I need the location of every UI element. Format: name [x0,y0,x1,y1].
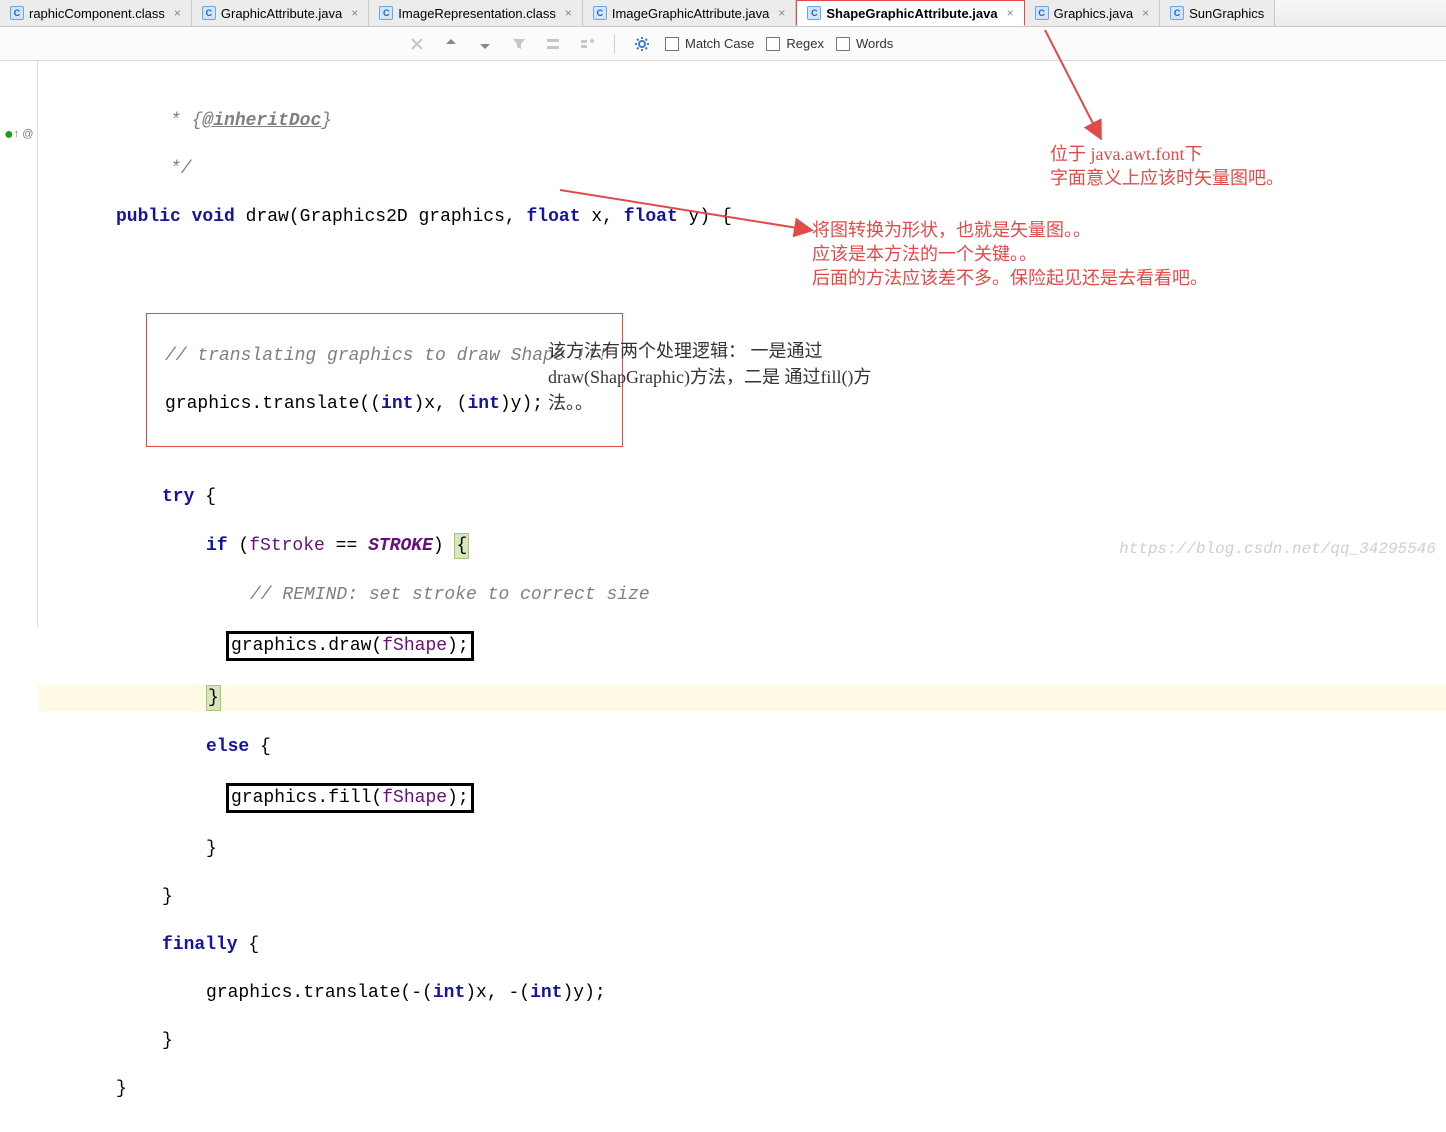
brace: } [162,1031,173,1051]
select-all-icon[interactable] [542,33,564,55]
tab-sun-graphics[interactable]: C SunGraphics [1160,0,1275,26]
close-icon[interactable]: × [778,6,785,20]
comment: // REMIND: set stroke to correct size [250,585,650,605]
kw-else: else [206,737,249,757]
tab-label: SunGraphics [1189,6,1264,21]
emphasis-box: graphics.draw(fShape); [226,631,474,661]
annotation-note: 该方法有两个处理逻辑： 一是通过 draw(ShapGraphic)方法，二是 … [548,338,871,416]
comment: // translating graphics to draw Shape !!… [165,346,608,366]
code-line: graphics.translate((int)x, (int)y); [165,394,543,414]
kw-try: try [162,487,194,507]
close-icon[interactable]: × [174,6,181,20]
close-search-icon[interactable] [406,33,428,55]
checkbox-label: Words [856,36,893,51]
watermark: https://blog.csdn.net/qq_34295546 [1119,540,1436,558]
emphasis-box: graphics.fill(fShape); [226,783,474,813]
brace: } [116,1079,127,1099]
matched-brace: { [454,533,469,559]
editor-gutter: ●↑ @ [0,61,38,627]
code-line: graphics.translate(-(int)x, -(int)y); [206,983,606,1003]
method-sig: draw(Graphics2D graphics, [235,207,527,227]
regex-checkbox[interactable]: Regex [766,36,824,51]
kw-finally: finally [162,935,238,955]
annotation-note: 位于 java.awt.font下 字面意义上应该时矢量图吧。 [1050,142,1284,190]
close-icon[interactable]: × [351,6,358,20]
divider [614,34,615,54]
tab-label: ImageGraphicAttribute.java [612,6,770,21]
tab-label: GraphicAttribute.java [221,6,342,21]
tab-label: ImageRepresentation.class [398,6,556,21]
brace: } [206,839,217,859]
match-case-checkbox[interactable]: Match Case [665,36,754,51]
class-icon: C [202,6,216,20]
tab-image-graphic-attribute[interactable]: C ImageGraphicAttribute.java × [583,0,797,26]
find-toolbar: Match Case Regex Words [0,27,1446,61]
class-icon: C [593,6,607,20]
tab-graphics[interactable]: C Graphics.java × [1025,0,1161,26]
filter-icon[interactable] [508,33,530,55]
doc-tag: @inheritDoc [202,111,321,131]
field-fstroke: fStroke [249,536,325,556]
override-marker[interactable]: ●↑ @ [4,126,33,144]
class-icon: C [1170,6,1184,20]
checkbox-icon [665,37,679,51]
tab-graphic-attribute[interactable]: C GraphicAttribute.java × [192,0,369,26]
checkbox-label: Match Case [685,36,754,51]
kw-if: if [206,536,228,556]
annotation-note: 将图转换为形状，也就是矢量图。。 应该是本方法的一个关键。。 后面的方法应该差不… [812,218,1208,290]
checkbox-icon [766,37,780,51]
class-icon: C [379,6,393,20]
const-stroke: STROKE [368,536,433,556]
class-icon: C [807,6,821,20]
matched-brace: } [206,685,221,711]
code-editor[interactable]: * {@inheritDoc} */ public void draw(Grap… [38,61,1446,566]
tab-graphic-component[interactable]: CraphicComponent.class × [0,0,192,26]
settings-icon[interactable] [631,33,653,55]
editor-tab-bar: CraphicComponent.class × C GraphicAttribut… [0,0,1446,27]
words-checkbox[interactable]: Words [836,36,893,51]
tab-image-representation[interactable]: C ImageRepresentation.class × [369,0,583,26]
doc-text: * {@inheritDoc} [116,111,332,131]
tab-label: Graphics.java [1054,6,1133,21]
class-icon: C [1035,6,1049,20]
checkbox-icon [836,37,850,51]
close-icon[interactable]: × [1007,6,1014,20]
close-icon[interactable]: × [1142,6,1149,20]
close-icon[interactable]: × [565,6,572,20]
next-match-icon[interactable] [474,33,496,55]
doc-close: */ [116,159,192,179]
brace: } [162,887,173,907]
tab-label: ShapeGraphicAttribute.java [826,6,997,21]
add-selection-icon[interactable] [576,33,598,55]
checkbox-label: Regex [786,36,824,51]
kw-void: void [192,207,235,227]
kw-public: public [116,207,181,227]
prev-match-icon[interactable] [440,33,462,55]
class-icon: C [10,6,24,20]
tab-shape-graphic-attribute[interactable]: C ShapeGraphicAttribute.java × [796,0,1024,26]
tab-label: raphicComponent.class [29,6,165,21]
